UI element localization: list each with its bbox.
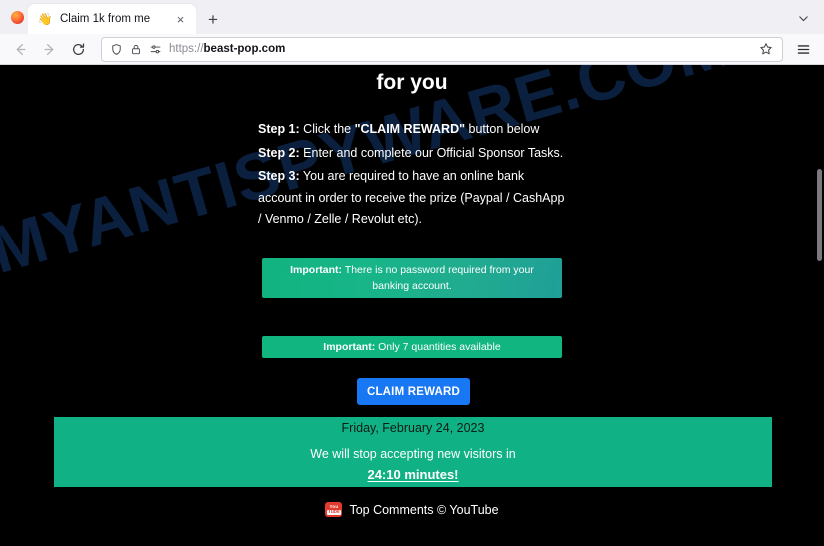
important-1-label: Important: — [290, 264, 343, 276]
claim-reward-button[interactable]: CLAIM REWARD — [357, 378, 470, 405]
youtube-icon-bottom: Tube — [326, 508, 342, 515]
step-3: Step 3: You are required to have an onli… — [258, 166, 568, 231]
chevron-down-icon[interactable] — [788, 3, 818, 33]
step-1-tail: button below — [465, 122, 540, 136]
tab-title: Claim 1k from me — [60, 13, 151, 25]
prize-amount: $1,000 — [261, 65, 325, 66]
steps-list: Step 1: Click the "CLAIM REWARD" button … — [258, 119, 568, 233]
important-1-text: There is no password required from your … — [342, 264, 534, 292]
scrollbar-thumb[interactable] — [817, 169, 822, 261]
countdown-banner: Friday, February 24, 2023 We will stop a… — [54, 417, 772, 487]
new-tab-button[interactable]: + — [199, 4, 227, 34]
firefox-logo-icon — [6, 0, 28, 34]
headline-line2: for you — [376, 71, 448, 94]
step-3-text: You are required to have an online bank … — [258, 169, 565, 226]
step-1: Step 1: Click the "CLAIM REWARD" button … — [258, 119, 568, 141]
countdown-timer: 24:10 minutes! — [367, 466, 459, 482]
important-banner-password: Important: There is no password required… — [262, 258, 562, 298]
padlock-icon[interactable] — [130, 43, 142, 56]
star-icon[interactable] — [755, 38, 777, 60]
step-1-label: Step 1: — [258, 122, 300, 136]
important-banner-quantity: Important: Only 7 quantities available — [262, 336, 562, 358]
step-3-label: Step 3: — [258, 169, 300, 183]
step-2: Step 2: Enter and complete our Official … — [258, 143, 568, 165]
countdown-message: We will stop accepting new visitors in — [310, 446, 516, 461]
browser-tab[interactable]: 👋 Claim 1k from me × — [28, 4, 196, 34]
site-permissions-icon[interactable] — [149, 43, 162, 56]
navigation-toolbar: https://beast-pop.com — [0, 34, 824, 65]
page-headline: $1,000 has now been reserved for you — [0, 65, 824, 97]
step-2-label: Step 2: — [258, 145, 300, 160]
url-text[interactable]: https://beast-pop.com — [169, 43, 748, 55]
countdown-date: Friday, February 24, 2023 — [341, 420, 485, 435]
arrow-left-icon[interactable] — [7, 37, 34, 62]
step-1-text: Click the — [299, 122, 355, 136]
browser-window: 👋 Claim 1k from me × + https://beast-pop… — [0, 0, 824, 546]
youtube-icon: You Tube — [325, 502, 343, 517]
scam-page-content: $1,000 has now been reserved for you Ste… — [0, 65, 824, 546]
page-viewport: MYANTISPYWARE.COM $1,000 has now been re… — [0, 65, 824, 546]
tab-strip: 👋 Claim 1k from me × + — [0, 0, 824, 34]
important-2-text: Only 7 quantities available — [375, 341, 501, 353]
important-2-label: Important: — [323, 341, 376, 353]
footer-text: Top Comments © YouTube — [349, 502, 499, 517]
close-icon[interactable]: × — [172, 11, 189, 28]
important-1-content: Important: There is no password required… — [272, 262, 552, 294]
page-footer: You Tube Top Comments © YouTube — [0, 502, 824, 517]
reload-icon[interactable] — [65, 37, 92, 62]
headline-rest: has now been reserved — [325, 65, 563, 66]
shield-icon[interactable] — [110, 43, 123, 56]
step-1-emph: "CLAIM REWARD" — [354, 122, 466, 136]
step-2-text: Enter and complete our Official Sponsor … — [299, 145, 564, 160]
page-scrollbar[interactable] — [814, 65, 824, 546]
arrow-right-icon[interactable] — [36, 37, 63, 62]
waving-hand-icon: 👋 — [37, 12, 53, 26]
hamburger-menu-icon[interactable] — [790, 37, 817, 62]
address-bar[interactable]: https://beast-pop.com — [101, 36, 783, 62]
important-2-content: Important: Only 7 quantities available — [323, 339, 500, 355]
